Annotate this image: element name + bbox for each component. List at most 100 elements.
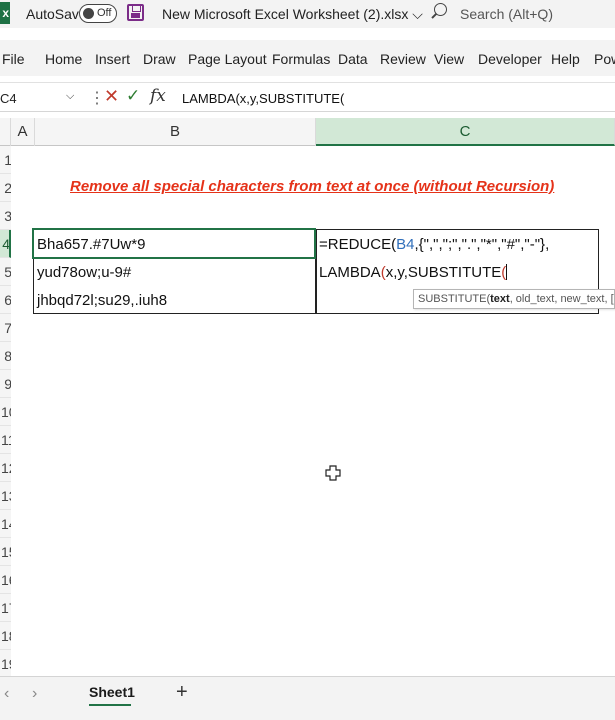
row-number: 12 [1, 460, 11, 476]
select-all-corner[interactable] [0, 118, 11, 146]
row-number: 5 [4, 264, 11, 280]
tab-draw[interactable]: Draw [143, 51, 176, 67]
row-header[interactable]: 19 [0, 650, 11, 678]
add-sheet-button[interactable]: + [176, 681, 188, 704]
row-header[interactable]: 4 [0, 230, 11, 258]
search-input[interactable]: Search (Alt+Q) [460, 6, 553, 22]
formula-args: x,y,SUBSTITUTE [385, 264, 502, 281]
row-number: 16 [1, 572, 11, 588]
text-caret [506, 264, 508, 280]
tab-file[interactable]: File [2, 51, 25, 67]
cell-reference: B4 [396, 236, 415, 253]
column-header-c[interactable]: C [316, 118, 615, 146]
cell-b5[interactable]: yud78ow;u-9# [37, 264, 131, 281]
row-number: 1 [4, 152, 11, 168]
row-header[interactable]: 7 [0, 314, 11, 342]
row-number: 8 [4, 348, 11, 364]
row-header[interactable]: 5 [0, 258, 11, 286]
row-header[interactable]: 2 [0, 174, 11, 202]
document-title[interactable]: New Microsoft Excel Worksheet (2).xlsx ⌵ [162, 6, 423, 23]
cancel-icon[interactable]: ✕ [104, 86, 119, 107]
tab-formulas[interactable]: Formulas [272, 51, 330, 67]
row-header[interactable]: 14 [0, 510, 11, 538]
tab-data[interactable]: Data [338, 51, 368, 67]
insert-function-icon[interactable]: fx [150, 86, 166, 106]
row-header[interactable]: 11 [0, 426, 11, 454]
column-header-a[interactable]: A [11, 118, 35, 146]
more-options-icon[interactable]: ⋮ [89, 88, 105, 108]
active-tab-indicator [89, 704, 131, 706]
row-number: 6 [4, 292, 11, 308]
tab-page-layout[interactable]: Page Layout [188, 51, 267, 67]
cell-b4[interactable]: Bha657.#7Uw*9 [37, 236, 145, 253]
row-header[interactable]: 16 [0, 566, 11, 594]
worksheet-grid[interactable] [11, 146, 615, 676]
autosave-state: Off [97, 7, 112, 19]
row-number: 18 [1, 628, 11, 644]
search-icon[interactable] [434, 3, 447, 16]
tooltip-args: , old_text, new_text, [inst [509, 293, 614, 305]
title-bar: x AutoSave Off New Microsoft Excel Works… [0, 0, 615, 28]
tab-view[interactable]: View [434, 51, 464, 67]
enter-check-icon[interactable]: ✓ [126, 86, 140, 106]
chevron-down-icon: ⌵ [412, 6, 423, 22]
toggle-knob [83, 8, 94, 19]
column-header-b[interactable]: B [35, 118, 316, 146]
sheet-heading: Remove all special characters from text … [70, 178, 555, 195]
function-tooltip[interactable]: SUBSTITUTE(text, old_text, new_text, [in… [413, 289, 615, 309]
column-headers: A B C [0, 118, 615, 146]
tab-help[interactable]: Help [551, 51, 580, 67]
row-header[interactable]: 17 [0, 594, 11, 622]
sheet-tab-sheet1[interactable]: Sheet1 [89, 684, 135, 700]
name-box[interactable]: C4 [0, 91, 17, 106]
save-icon[interactable] [127, 4, 144, 21]
row-header[interactable]: 8 [0, 342, 11, 370]
tab-power[interactable]: Pow [594, 51, 615, 67]
autosave-toggle[interactable]: Off [79, 4, 117, 23]
tab-review[interactable]: Review [380, 51, 426, 67]
row-header[interactable]: 18 [0, 622, 11, 650]
row-number: 3 [4, 208, 11, 224]
row-number: 17 [1, 600, 11, 616]
row-number: 4 [2, 236, 10, 252]
previous-sheet-icon[interactable]: ‹ [4, 685, 9, 703]
document-title-text: New Microsoft Excel Worksheet (2).xlsx [162, 6, 409, 22]
row-header[interactable]: 9 [0, 370, 11, 398]
tab-home[interactable]: Home [45, 51, 82, 67]
formula-prefix: =REDUCE( [319, 236, 397, 253]
formula-suffix: ,{",",";",".","*","#","-"}, [414, 236, 550, 253]
tab-insert[interactable]: Insert [95, 51, 130, 67]
cell-c4[interactable]: =REDUCE(B4,{",",";",".","*","#","-"}, [319, 236, 549, 253]
row-header[interactable]: 6 [0, 286, 11, 314]
row-number: 14 [1, 516, 11, 532]
row-header[interactable]: 10 [0, 398, 11, 426]
sheet-tab-bar: ‹ › Sheet1 + [0, 676, 615, 720]
formula-input[interactable]: LAMBDA(x,y,SUBSTITUTE( [182, 91, 344, 106]
row-header[interactable]: 15 [0, 538, 11, 566]
next-sheet-icon[interactable]: › [32, 685, 37, 703]
row-number: 2 [4, 180, 11, 196]
row-header[interactable]: 1 [0, 146, 11, 174]
row-number: 10 [1, 404, 11, 420]
row-header[interactable]: 12 [0, 454, 11, 482]
tab-developer[interactable]: Developer [478, 51, 542, 67]
row-number: 11 [1, 432, 11, 448]
excel-logo-icon: x [0, 2, 10, 24]
row-header[interactable]: 13 [0, 482, 11, 510]
row-number: 7 [4, 320, 11, 336]
formula-bar: C4 ⌵ ⋮ ✕ ✓ fx LAMBDA(x,y,SUBSTITUTE( [0, 82, 615, 112]
chevron-down-icon[interactable]: ⌵ [66, 90, 74, 103]
row-number: 19 [1, 656, 11, 672]
cell-b6[interactable]: jhbqd72l;su29,.iuh8 [37, 292, 167, 309]
tooltip-current-arg: text [490, 293, 510, 305]
cell-cursor-icon [325, 465, 341, 481]
row-header[interactable]: 3 [0, 202, 11, 230]
row-number: 9 [4, 376, 11, 392]
formula-function: LAMBDA [319, 264, 381, 281]
autosave-label: AutoSave [26, 6, 87, 22]
tooltip-function: SUBSTITUTE( [418, 293, 491, 305]
cell-c5[interactable]: LAMBDA(x,y,SUBSTITUTE( [319, 264, 508, 281]
row-number: 13 [1, 488, 11, 504]
ribbon-tabs: File Home Insert Draw Page Layout Formul… [0, 40, 615, 76]
row-number: 15 [1, 544, 11, 560]
